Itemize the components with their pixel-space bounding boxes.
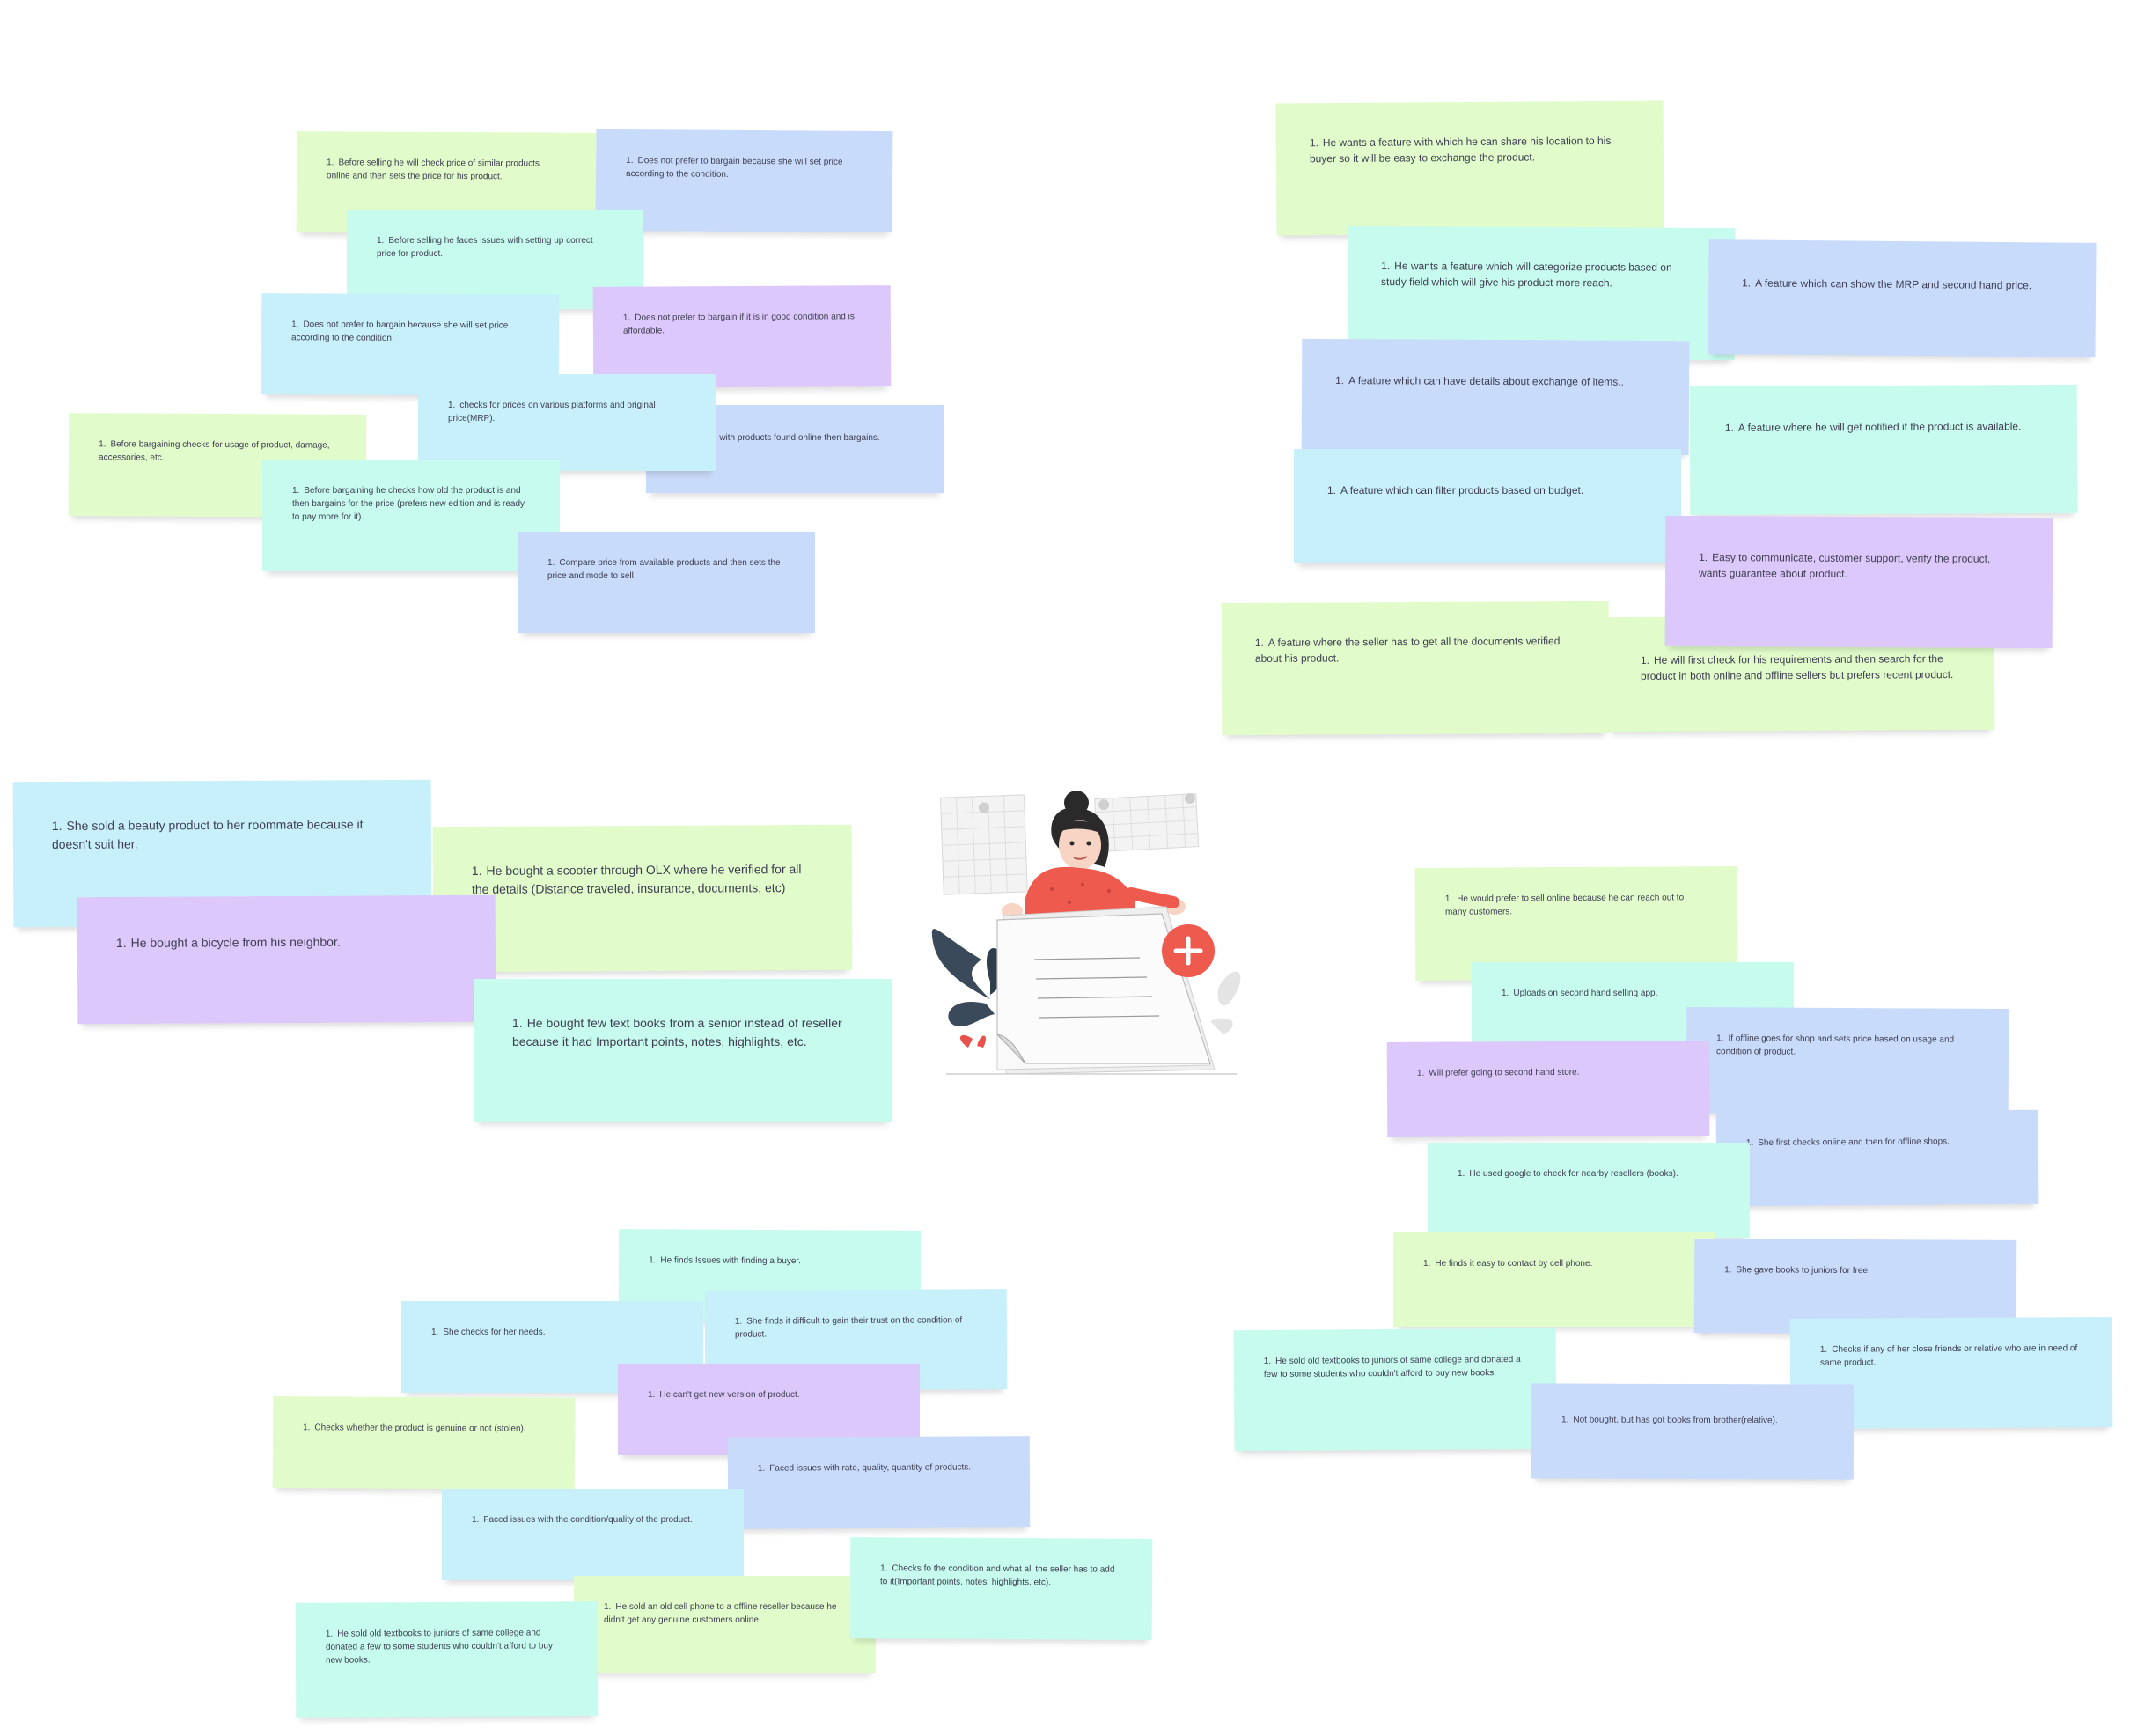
sticky-note-text: 1. Checks whether the product is genuine …: [303, 1423, 526, 1434]
sticky-note-text: 1. He used google to check for nearby res…: [1458, 1169, 1678, 1179]
whiteboard-canvas[interactable]: 1. Before selling he will check price of …: [0, 0, 2130, 1736]
sticky-note-text: 1. He bought few text books from a senior…: [512, 1016, 842, 1048]
sticky-note[interactable]: 1. He finds it easy to contact by cell ph…: [1393, 1232, 1715, 1327]
sticky-note-text: 1. Faced issues with the condition/qualit…: [472, 1515, 693, 1525]
sticky-note-text: 1. A feature which can show the MRP and s…: [1742, 276, 2032, 292]
sticky-note[interactable]: 1. Does not prefer to bargain if it is in…: [592, 285, 892, 388]
sticky-note-text: 1. Easy to communicate, customer support,…: [1699, 551, 1991, 580]
sticky-note[interactable]: 1. He sold an old cell phone to a offline…: [574, 1576, 876, 1673]
sticky-note[interactable]: 1. Not bought, but has got books from bro…: [1531, 1383, 1855, 1480]
sticky-note[interactable]: 1. A feature which can have details about…: [1301, 338, 1690, 456]
sticky-note-text: 1. She gave books to juniors for free.: [1724, 1265, 1870, 1276]
sticky-note-text: 1. Faced issues with rate, quality, quant…: [757, 1462, 972, 1474]
sticky-note-text: 1. He bought a bicycle from his neighbor.: [115, 934, 341, 951]
sticky-note-text: 1. A feature which can have details about…: [1335, 374, 1625, 388]
sticky-note-text: 1. Checks fo the condition and what all t…: [880, 1563, 1115, 1588]
sticky-note[interactable]: 1. A feature which can filter products ba…: [1294, 449, 1681, 563]
woman-holding-document-with-plus-icon: [931, 791, 1241, 1075]
sticky-note-text: 1. A feature where he will get notified i…: [1724, 420, 2022, 434]
sticky-note-text: 1. Uploads on second hand selling app.: [1502, 989, 1658, 998]
sticky-note[interactable]: 1. Faced issues with rate, quality, quant…: [727, 1436, 1031, 1529]
sticky-note[interactable]: 1. Will prefer going to second hand store…: [1386, 1041, 1710, 1137]
sticky-note-text: 1. A feature which can filter products ba…: [1327, 484, 1584, 497]
sticky-note-text: 1. He finds Issues with finding a buyer.: [649, 1255, 801, 1267]
sticky-note-text: 1. She finds it difficult to gain their t…: [734, 1315, 963, 1340]
sticky-note-text: 1. He wants a feature which will categori…: [1381, 260, 1672, 290]
sticky-note[interactable]: 1. Compare price from available products …: [518, 532, 815, 633]
sticky-note[interactable]: 1. Faced issues with the condition/qualit…: [442, 1489, 744, 1580]
sticky-note-text: 1. He sold old textbooks to juniors of sa…: [325, 1628, 553, 1666]
sticky-note-text: 1. He sold an old cell phone to a offline…: [604, 1602, 837, 1625]
sticky-note-text: 1. He finds it easy to contact by cell ph…: [1423, 1259, 1593, 1269]
sticky-note[interactable]: 1. Before bargaining he checks how old th…: [262, 460, 560, 571]
sticky-note[interactable]: 1. A feature where the seller has to get …: [1221, 600, 1610, 736]
sticky-note-text: 1. If offline goes for shop and sets pric…: [1716, 1034, 1955, 1057]
sticky-note[interactable]: 1. She first checks online and then for o…: [1715, 1109, 2039, 1207]
sticky-note[interactable]: 1. A feature where he will get notified i…: [1689, 384, 2078, 516]
sticky-note-text: 1. Before selling he will check price of …: [327, 158, 540, 182]
sticky-note-text: 1. Before selling he faces issues with se…: [377, 236, 593, 259]
sticky-note[interactable]: 1. He bought a bicycle from his neighbor.: [77, 894, 496, 1025]
sticky-note[interactable]: 1. Easy to communicate, customer support,…: [1664, 515, 2053, 649]
sticky-note-text: 1. She first checks online and then for o…: [1745, 1136, 1950, 1149]
sticky-note[interactable]: 1. He sold old textbooks to juniors of sa…: [1233, 1328, 1557, 1452]
sticky-note-text: 1. Before bargaining he checks how old th…: [292, 486, 525, 522]
sticky-note-text: 1. A feature where the seller has to get …: [1254, 635, 1561, 665]
sticky-note[interactable]: 1. A feature which can show the MRP and s…: [1708, 239, 2097, 357]
sticky-note[interactable]: 1. Checks fo the condition and what all t…: [849, 1537, 1153, 1640]
sticky-note-text: 1. checks for prices on various platforms…: [448, 401, 656, 423]
sticky-note[interactable]: 1. He bought a scooter through OLX where …: [432, 824, 853, 973]
sticky-note-text: 1. She checks for her needs.: [431, 1328, 546, 1337]
sticky-note-text: 1. Checks if any of her close friends or …: [1819, 1343, 2078, 1368]
sticky-note[interactable]: 1. checks for prices on various platforms…: [418, 374, 716, 471]
sticky-note-text: 1. Does not prefer to bargain because she…: [291, 320, 509, 343]
sticky-note-text: 1. Before bargaining checks for usage of …: [99, 439, 330, 463]
sticky-note[interactable]: 1. He used google to check for nearby res…: [1428, 1143, 1750, 1238]
sticky-note[interactable]: 1. If offline goes for shop and sets pric…: [1686, 1007, 2009, 1114]
sticky-note-text: 1. He wants a feature with which he can s…: [1309, 134, 1612, 166]
sticky-note-text: 1. She sold a beauty product to her roomm…: [51, 817, 364, 852]
sticky-note-text: 1. He can't get new version of product.: [648, 1390, 800, 1400]
sticky-note-text: 1. Does not prefer to bargain if it is in…: [622, 312, 855, 336]
sticky-note[interactable]: 1. Checks whether the product is genuine …: [272, 1396, 576, 1490]
sticky-note-text: 1. Does not prefer to bargain because she…: [626, 156, 843, 180]
sticky-note[interactable]: 1. He wants a feature with which he can s…: [1275, 100, 1664, 236]
sticky-note-text: 1. Compare price from available products …: [547, 558, 781, 581]
sticky-note[interactable]: 1. He bought few text books from a senior…: [474, 979, 892, 1122]
sticky-note-text: 1. Will prefer going to second hand store…: [1416, 1067, 1580, 1078]
sticky-note[interactable]: 1. He sold old textbooks to juniors of sa…: [295, 1601, 599, 1718]
sticky-note-text: 1. Not bought, but has got books from bro…: [1561, 1415, 1778, 1426]
sticky-note-text: 1. He would prefer to sell online because…: [1444, 893, 1685, 917]
sticky-note-text: 1. He bought a scooter through OLX where …: [471, 862, 802, 897]
sticky-note-text: 1. He sold old textbooks to juniors of sa…: [1263, 1355, 1521, 1380]
